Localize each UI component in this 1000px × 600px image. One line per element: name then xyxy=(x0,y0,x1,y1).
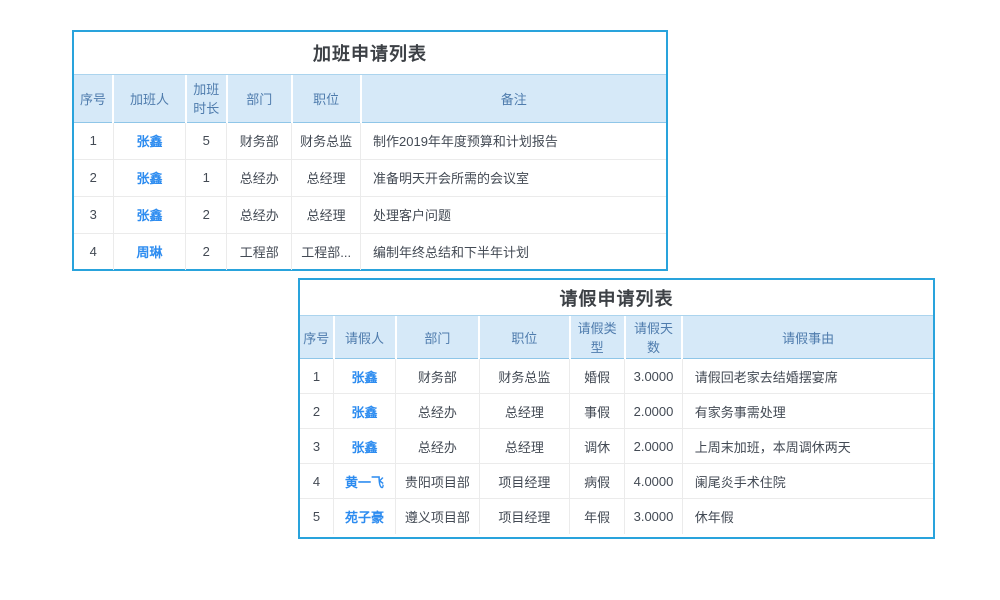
leave-col-header-reason: 请假事由 xyxy=(682,316,933,359)
employee-name-link[interactable]: 张鑫 xyxy=(136,171,162,186)
overtime-table: 序号 加班人 加班时长 部门 职位 备注 1 张鑫 5 财务部 财务总监 制作2… xyxy=(74,75,666,270)
leave-col-header-seq: 序号 xyxy=(300,316,334,359)
leave-col-header-dept: 部门 xyxy=(396,316,480,359)
dept-cell: 财务部 xyxy=(227,122,292,159)
person-cell: 张鑫 xyxy=(113,196,186,233)
overtime-col-header-seq: 序号 xyxy=(74,75,113,122)
employee-name-link[interactable]: 张鑫 xyxy=(352,370,378,385)
leave-header-row: 序号 请假人 部门 职位 请假类型 请假天数 请假事由 xyxy=(300,316,933,359)
dept-cell: 总经办 xyxy=(396,429,480,464)
overtime-header-row: 序号 加班人 加班时长 部门 职位 备注 xyxy=(74,75,666,122)
reason-cell: 有家务事需处理 xyxy=(682,394,933,429)
reason-cell: 休年假 xyxy=(682,499,933,534)
person-cell: 张鑫 xyxy=(334,429,396,464)
overtime-col-header-person: 加班人 xyxy=(113,75,186,122)
employee-name-link[interactable]: 黄一飞 xyxy=(345,475,384,490)
duration-cell: 2 xyxy=(186,233,227,270)
reason-cell: 阑尾炎手术住院 xyxy=(682,464,933,499)
duration-cell: 5 xyxy=(186,122,227,159)
seq-cell: 3 xyxy=(300,429,334,464)
table-row: 3 张鑫 2 总经办 总经理 处理客户问题 xyxy=(74,196,666,233)
note-cell: 制作2019年年度预算和计划报告 xyxy=(361,122,667,159)
position-cell: 总经理 xyxy=(292,196,361,233)
duration-cell: 1 xyxy=(186,159,227,196)
seq-cell: 5 xyxy=(300,499,334,534)
person-cell: 黄一飞 xyxy=(334,464,396,499)
seq-cell: 4 xyxy=(74,233,113,270)
leave-table-title: 请假申请列表 xyxy=(300,280,933,316)
leave-col-header-person: 请假人 xyxy=(334,316,396,359)
position-cell: 财务总监 xyxy=(479,359,570,394)
note-cell: 准备明天开会所需的会议室 xyxy=(361,159,667,196)
person-cell: 张鑫 xyxy=(334,359,396,394)
leave-days-cell: 3.0000 xyxy=(625,359,683,394)
position-cell: 工程部... xyxy=(292,233,361,270)
employee-name-link[interactable]: 张鑫 xyxy=(352,405,378,420)
employee-name-link[interactable]: 苑子豪 xyxy=(345,510,384,525)
page: 加班申请列表 序号 加班人 加班时长 部门 职位 备注 1 张鑫 xyxy=(0,0,1000,600)
note-cell: 处理客户问题 xyxy=(361,196,667,233)
person-cell: 张鑫 xyxy=(113,159,186,196)
dept-cell: 总经办 xyxy=(227,159,292,196)
leave-col-header-position: 职位 xyxy=(479,316,570,359)
dept-cell: 财务部 xyxy=(396,359,480,394)
dept-cell: 总经办 xyxy=(396,394,480,429)
leave-col-header-days: 请假天数 xyxy=(625,316,683,359)
overtime-col-header-position: 职位 xyxy=(292,75,361,122)
table-row: 2 张鑫 总经办 总经理 事假 2.0000 有家务事需处理 xyxy=(300,394,933,429)
seq-cell: 1 xyxy=(74,122,113,159)
table-row: 2 张鑫 1 总经办 总经理 准备明天开会所需的会议室 xyxy=(74,159,666,196)
person-cell: 张鑫 xyxy=(334,394,396,429)
leave-days-cell: 2.0000 xyxy=(625,429,683,464)
seq-cell: 2 xyxy=(74,159,113,196)
position-cell: 项目经理 xyxy=(479,499,570,534)
overtime-col-header-note: 备注 xyxy=(361,75,667,122)
position-cell: 总经理 xyxy=(292,159,361,196)
leave-type-cell: 病假 xyxy=(570,464,625,499)
leave-table: 序号 请假人 部门 职位 请假类型 请假天数 请假事由 1 张鑫 财务部 财务总… xyxy=(300,316,933,534)
seq-cell: 3 xyxy=(74,196,113,233)
leave-days-cell: 3.0000 xyxy=(625,499,683,534)
person-cell: 张鑫 xyxy=(113,122,186,159)
leave-type-cell: 年假 xyxy=(570,499,625,534)
reason-cell: 上周末加班，本周调休两天 xyxy=(682,429,933,464)
person-cell: 苑子豪 xyxy=(334,499,396,534)
leave-type-cell: 事假 xyxy=(570,394,625,429)
leave-days-cell: 2.0000 xyxy=(625,394,683,429)
position-cell: 财务总监 xyxy=(292,122,361,159)
table-row: 1 张鑫 5 财务部 财务总监 制作2019年年度预算和计划报告 xyxy=(74,122,666,159)
seq-cell: 2 xyxy=(300,394,334,429)
dept-cell: 工程部 xyxy=(227,233,292,270)
table-row: 4 黄一飞 贵阳项目部 项目经理 病假 4.0000 阑尾炎手术住院 xyxy=(300,464,933,499)
note-cell: 编制年终总结和下半年计划 xyxy=(361,233,667,270)
employee-name-link[interactable]: 张鑫 xyxy=(136,134,162,149)
table-row: 4 周琳 2 工程部 工程部... 编制年终总结和下半年计划 xyxy=(74,233,666,270)
person-cell: 周琳 xyxy=(113,233,186,270)
leave-type-cell: 婚假 xyxy=(570,359,625,394)
position-cell: 总经理 xyxy=(479,394,570,429)
table-row: 5 苑子豪 遵义项目部 项目经理 年假 3.0000 休年假 xyxy=(300,499,933,534)
dept-cell: 遵义项目部 xyxy=(396,499,480,534)
leave-type-cell: 调休 xyxy=(570,429,625,464)
overtime-table-title: 加班申请列表 xyxy=(74,32,666,75)
employee-name-link[interactable]: 周琳 xyxy=(136,245,162,260)
position-cell: 总经理 xyxy=(479,429,570,464)
employee-name-link[interactable]: 张鑫 xyxy=(136,208,162,223)
duration-cell: 2 xyxy=(186,196,227,233)
reason-cell: 请假回老家去结婚摆宴席 xyxy=(682,359,933,394)
position-cell: 项目经理 xyxy=(479,464,570,499)
overtime-col-header-duration: 加班时长 xyxy=(186,75,227,122)
table-row: 3 张鑫 总经办 总经理 调休 2.0000 上周末加班，本周调休两天 xyxy=(300,429,933,464)
dept-cell: 总经办 xyxy=(227,196,292,233)
leave-days-cell: 4.0000 xyxy=(625,464,683,499)
overtime-col-header-dept: 部门 xyxy=(227,75,292,122)
employee-name-link[interactable]: 张鑫 xyxy=(352,440,378,455)
overtime-table-card: 加班申请列表 序号 加班人 加班时长 部门 职位 备注 1 张鑫 xyxy=(72,30,668,271)
table-row: 1 张鑫 财务部 财务总监 婚假 3.0000 请假回老家去结婚摆宴席 xyxy=(300,359,933,394)
seq-cell: 1 xyxy=(300,359,334,394)
dept-cell: 贵阳项目部 xyxy=(396,464,480,499)
leave-col-header-type: 请假类型 xyxy=(570,316,625,359)
seq-cell: 4 xyxy=(300,464,334,499)
leave-table-card: 请假申请列表 序号 请假人 部门 职位 请假类型 请假天数 请假事由 xyxy=(298,278,935,539)
